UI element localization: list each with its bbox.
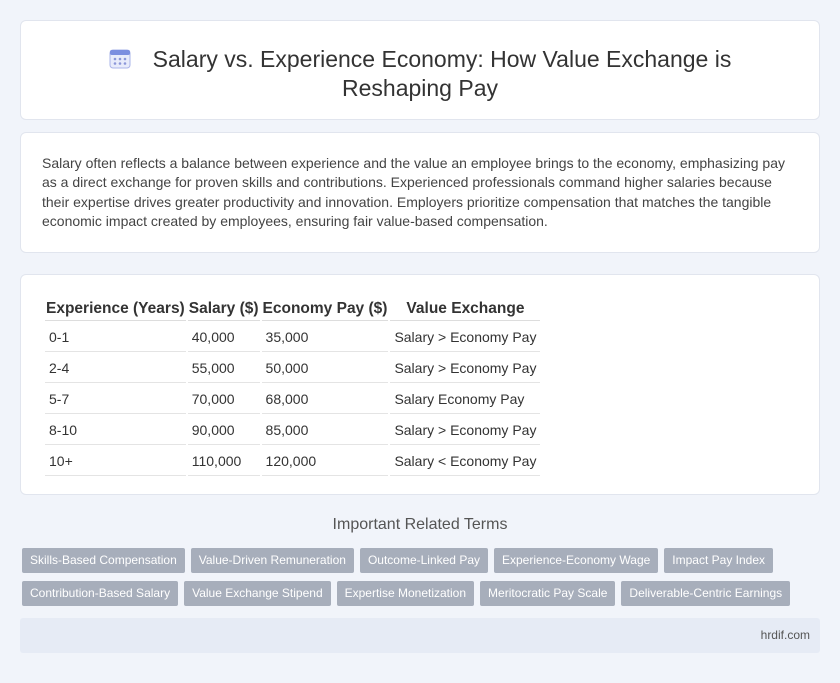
page-title: Salary vs. Experience Economy: How Value… — [152, 46, 732, 101]
table-card: Experience (Years) Salary ($) Economy Pa… — [20, 274, 820, 495]
table-cell: Salary < Economy Pay — [390, 447, 541, 476]
calendar-icon — [109, 47, 131, 69]
footer-site-link[interactable]: hrdif.com — [761, 628, 810, 642]
related-term-tag[interactable]: Meritocratic Pay Scale — [480, 581, 616, 606]
table-cell: 50,000 — [261, 354, 389, 383]
table-row: 8-10 90,000 85,000 Salary > Economy Pay — [45, 416, 541, 445]
table-cell: 55,000 — [187, 354, 260, 383]
table-row: 10+ 110,000 120,000 Salary < Economy Pay — [45, 447, 541, 476]
table-cell: Salary > Economy Pay — [390, 323, 541, 352]
salary-table: Experience (Years) Salary ($) Economy Pa… — [43, 294, 542, 478]
table-cell: Salary Economy Pay — [390, 385, 541, 414]
table-cell: 68,000 — [261, 385, 389, 414]
intro-paragraph: Salary often reflects a balance between … — [42, 155, 785, 230]
table-cell: Salary > Economy Pay — [390, 354, 541, 383]
column-header: Salary ($) — [187, 296, 260, 321]
related-terms-heading: Important Related Terms — [332, 516, 508, 533]
related-term-tag[interactable]: Value-Driven Remuneration — [190, 548, 354, 573]
column-header: Economy Pay ($) — [261, 296, 389, 321]
header-card: Salary vs. Experience Economy: How Value… — [20, 20, 820, 120]
intro-card: Salary often reflects a balance between … — [20, 132, 820, 253]
related-term-tag[interactable]: Impact Pay Index — [664, 548, 774, 573]
column-header: Value Exchange — [390, 296, 541, 321]
table-cell: 40,000 — [187, 323, 260, 352]
table-cell: 110,000 — [187, 447, 260, 476]
table-cell: 2-4 — [45, 354, 186, 383]
related-term-tag[interactable]: Skills-Based Compensation — [22, 548, 185, 573]
table-cell: 0-1 — [45, 323, 186, 352]
table-cell: 8-10 — [45, 416, 186, 445]
related-term-tag[interactable]: Contribution-Based Salary — [22, 581, 179, 606]
table-cell: Salary > Economy Pay — [390, 416, 541, 445]
table-row: 0-1 40,000 35,000 Salary > Economy Pay — [45, 323, 541, 352]
table-cell: 10+ — [45, 447, 186, 476]
table-row: 2-4 55,000 50,000 Salary > Economy Pay — [45, 354, 541, 383]
related-term-tag[interactable]: Value Exchange Stipend — [184, 581, 331, 606]
related-terms-list: Skills-Based Compensation Value-Driven R… — [22, 548, 802, 606]
table-cell: 5-7 — [45, 385, 186, 414]
column-header: Experience (Years) — [45, 296, 186, 321]
table-header-row: Experience (Years) Salary ($) Economy Pa… — [45, 296, 541, 321]
table-cell: 85,000 — [261, 416, 389, 445]
table-cell: 120,000 — [261, 447, 389, 476]
footer-bar: hrdif.com — [20, 618, 820, 653]
table-cell: 90,000 — [187, 416, 260, 445]
table-cell: 70,000 — [187, 385, 260, 414]
table-row: 5-7 70,000 68,000 Salary Economy Pay — [45, 385, 541, 414]
related-term-tag[interactable]: Expertise Monetization — [336, 581, 475, 606]
table-cell: 35,000 — [261, 323, 389, 352]
related-term-tag[interactable]: Experience-Economy Wage — [494, 548, 659, 573]
page-title-row: Salary vs. Experience Economy: How Value… — [21, 45, 819, 103]
related-term-tag[interactable]: Deliverable-Centric Earnings — [621, 581, 791, 606]
related-term-tag[interactable]: Outcome-Linked Pay — [359, 548, 488, 573]
